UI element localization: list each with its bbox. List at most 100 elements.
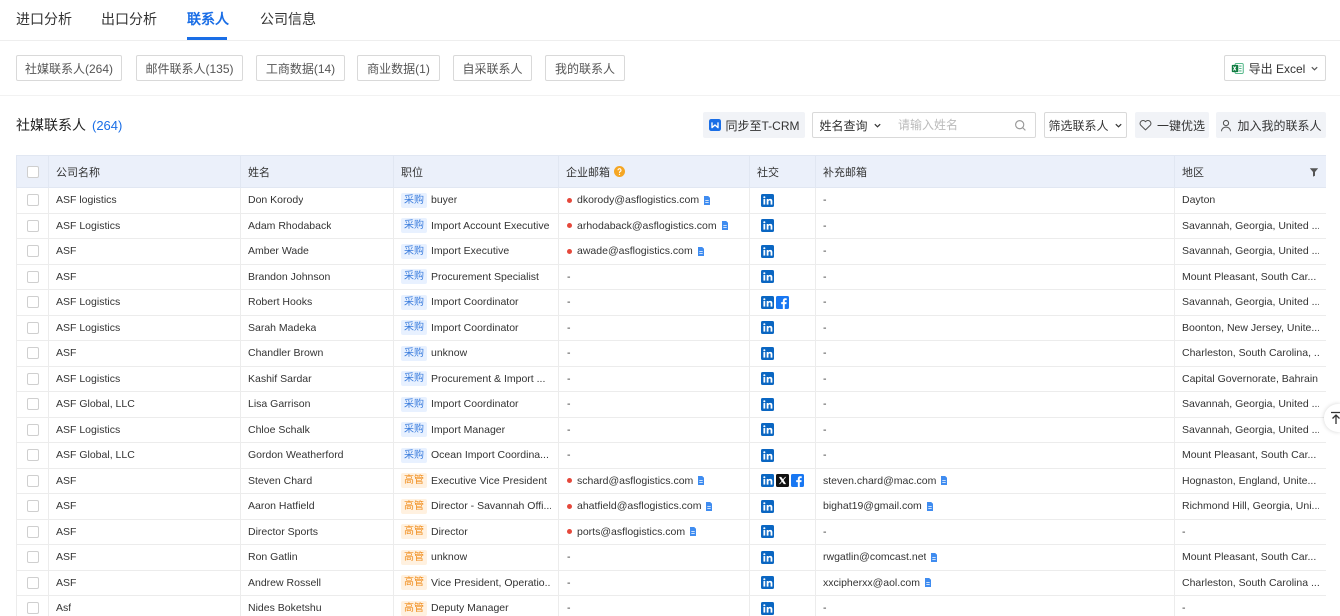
linkedin-icon[interactable] bbox=[761, 576, 774, 590]
table-row[interactable]: ASF Logistics Kashif Sardar 采购 Procurement … bbox=[16, 365, 1326, 392]
table-row[interactable]: ASF Logistics Chloe Schalk 采购 Import Manage… bbox=[16, 416, 1326, 443]
filter-email-contacts[interactable]: 邮件联系人(135) bbox=[136, 55, 243, 81]
linkedin-icon[interactable] bbox=[761, 601, 774, 615]
linkedin-icon[interactable] bbox=[761, 372, 774, 386]
linkedin-icon[interactable] bbox=[761, 270, 774, 284]
table-row[interactable]: Asf Nides Boketshu 高管 Deputy Manager - - - bbox=[16, 595, 1326, 616]
table-row[interactable]: ASF Global, LLC Gordon Weatherford 采购 Ocean… bbox=[16, 442, 1326, 469]
linkedin-icon[interactable] bbox=[761, 295, 774, 309]
linkedin-icon[interactable] bbox=[761, 423, 774, 437]
row-checkbox[interactable] bbox=[26, 398, 39, 411]
linkedin-icon[interactable] bbox=[761, 244, 774, 258]
select-all-checkbox[interactable] bbox=[26, 165, 39, 178]
row-checkbox[interactable] bbox=[26, 449, 39, 462]
sync-tcrm-button[interactable]: 同步至T-CRM bbox=[703, 112, 805, 138]
facebook-icon[interactable] bbox=[776, 295, 789, 309]
copy-icon[interactable] bbox=[721, 220, 729, 231]
corporate-email[interactable]: arhodaback@asflogistics.com bbox=[577, 220, 717, 232]
filter-commercial-data[interactable]: 商业数据(1) bbox=[357, 55, 440, 81]
back-to-top-button[interactable] bbox=[1324, 404, 1340, 432]
region: Richmond Hill, Georgia, Uni... bbox=[1182, 500, 1319, 513]
export-excel-button[interactable]: 导出 Excel bbox=[1224, 55, 1326, 81]
tab-company-info[interactable]: 公司信息 bbox=[260, 9, 316, 29]
info-icon[interactable] bbox=[614, 166, 625, 177]
row-checkbox[interactable] bbox=[26, 219, 39, 232]
search-mode-select[interactable]: 姓名查询 bbox=[812, 112, 889, 138]
filter-business-registry[interactable]: 工商数据(14) bbox=[256, 55, 345, 81]
extra-email[interactable]: xxcipherxx@aol.com bbox=[823, 577, 920, 589]
linkedin-icon[interactable] bbox=[761, 550, 774, 564]
linkedin-icon[interactable] bbox=[761, 474, 774, 488]
extra-email[interactable]: steven.chard@mac.com bbox=[823, 475, 936, 487]
row-checkbox[interactable] bbox=[26, 423, 39, 436]
row-checkbox[interactable] bbox=[26, 372, 39, 385]
filter-my-contacts[interactable]: 我的联系人 bbox=[545, 55, 625, 81]
table-row[interactable]: ASF Global, LLC Lisa Garrison 采购 Import Coo… bbox=[16, 391, 1326, 418]
corporate-email[interactable]: awade@asflogistics.com bbox=[577, 245, 693, 257]
linkedin-icon[interactable] bbox=[761, 346, 774, 360]
linkedin-icon[interactable] bbox=[761, 397, 774, 411]
copy-icon[interactable] bbox=[940, 475, 948, 486]
table-row[interactable]: ASF Amber Wade 采购 Import Executive awade@asf… bbox=[16, 238, 1326, 265]
corporate-email[interactable]: ports@asflogistics.com bbox=[577, 526, 685, 538]
row-checkbox[interactable] bbox=[26, 576, 39, 589]
filter-self-collected[interactable]: 自采联系人 bbox=[453, 55, 532, 81]
table-row[interactable]: ASF Logistics Robert Hooks 采购 Import Coordi… bbox=[16, 289, 1326, 316]
filter-social-contacts[interactable]: 社媒联系人(264) bbox=[16, 55, 122, 81]
filter-contacts-dropdown[interactable]: 筛选联系人 bbox=[1044, 112, 1127, 138]
search-icon[interactable] bbox=[1014, 119, 1027, 132]
row-checkbox[interactable] bbox=[26, 525, 39, 538]
row-checkbox[interactable] bbox=[26, 321, 39, 334]
table-row[interactable]: ASF logistics Don Korody 采购 buyer dkorody@as… bbox=[16, 187, 1326, 214]
x-icon[interactable] bbox=[776, 474, 789, 488]
row-select-cell bbox=[16, 187, 49, 214]
row-checkbox[interactable] bbox=[26, 551, 39, 564]
row-checkbox[interactable] bbox=[26, 270, 39, 283]
row-checkbox[interactable] bbox=[26, 474, 39, 487]
tab-contacts[interactable]: 联系人 bbox=[187, 9, 229, 29]
linkedin-icon[interactable] bbox=[761, 193, 774, 207]
table-row[interactable]: ASF Andrew Rossell 高管 Vice President, Opera… bbox=[16, 569, 1326, 596]
copy-icon[interactable] bbox=[703, 195, 711, 206]
row-checkbox[interactable] bbox=[26, 500, 39, 513]
extra-email[interactable]: bighat19@gmail.com bbox=[823, 500, 922, 512]
copy-icon[interactable] bbox=[924, 577, 932, 588]
copy-icon[interactable] bbox=[705, 501, 713, 512]
row-checkbox[interactable] bbox=[26, 194, 39, 207]
corporate-email[interactable]: dkorody@asflogistics.com bbox=[577, 194, 699, 206]
tab-export-analysis[interactable]: 出口分析 bbox=[101, 9, 157, 29]
row-checkbox[interactable] bbox=[26, 602, 39, 615]
corporate-email[interactable]: ahatfield@asflogistics.com bbox=[577, 500, 701, 512]
linkedin-icon[interactable] bbox=[761, 525, 774, 539]
row-checkbox[interactable] bbox=[26, 245, 39, 258]
extra-email[interactable]: rwgatlin@comcast.net bbox=[823, 551, 926, 563]
table-body: ASF logistics Don Korody 采购 buyer dkorody@as… bbox=[16, 187, 1326, 616]
filter-icon[interactable] bbox=[1309, 167, 1319, 177]
add-to-my-contacts-button[interactable]: 加入我的联系人 bbox=[1216, 112, 1326, 138]
table-row[interactable]: ASF Logistics Adam Rhodaback 采购 Import Acco… bbox=[16, 212, 1326, 239]
facebook-icon[interactable] bbox=[791, 474, 804, 488]
linkedin-icon[interactable] bbox=[761, 321, 774, 335]
one-click-optimize-button[interactable]: 一键优选 bbox=[1135, 112, 1209, 138]
table-row[interactable]: ASF Director Sports 高管 Director ports@asflog… bbox=[16, 518, 1326, 545]
table-row[interactable]: ASF Aaron Hatfield 高管 Director - Savannah O… bbox=[16, 493, 1326, 520]
name-search-input[interactable] bbox=[888, 113, 1035, 137]
linkedin-icon[interactable] bbox=[761, 499, 774, 513]
row-checkbox[interactable] bbox=[26, 296, 39, 309]
copy-icon[interactable] bbox=[926, 501, 934, 512]
copy-icon[interactable] bbox=[689, 526, 697, 537]
tab-import-analysis[interactable]: 进口分析 bbox=[16, 9, 72, 29]
table-row[interactable]: ASF Brandon Johnson 采购 Procurement Speciali… bbox=[16, 263, 1326, 290]
linkedin-icon[interactable] bbox=[761, 219, 774, 233]
copy-icon[interactable] bbox=[697, 246, 705, 257]
contacts-table-viewport[interactable]: 公司名称 姓名 职位 企业邮箱 社交 补充邮箱 地区 ASF logistics… bbox=[16, 155, 1326, 616]
copy-icon[interactable] bbox=[930, 552, 938, 563]
copy-icon[interactable] bbox=[697, 475, 705, 486]
corporate-email[interactable]: schard@asflogistics.com bbox=[577, 475, 693, 487]
table-row[interactable]: ASF Logistics Sarah Madeka 采购 Import Coordi… bbox=[16, 314, 1326, 341]
table-row[interactable]: ASF Ron Gatlin 高管 unknow - rwgatlin@comcast.n… bbox=[16, 544, 1326, 571]
table-row[interactable]: ASF Chandler Brown 采购 unknow - - Charleston, S… bbox=[16, 340, 1326, 367]
table-row[interactable]: ASF Steven Chard 高管 Executive Vice Presiden… bbox=[16, 467, 1326, 494]
linkedin-icon[interactable] bbox=[761, 448, 774, 462]
row-checkbox[interactable] bbox=[26, 347, 39, 360]
